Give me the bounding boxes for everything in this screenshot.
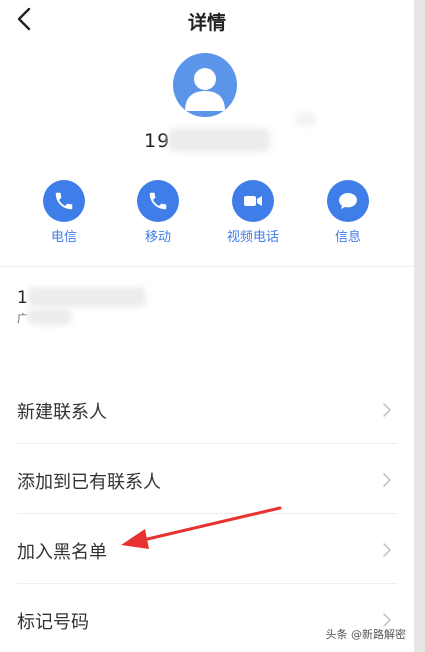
phone-icon: [149, 192, 167, 210]
phone-icon: [55, 192, 73, 210]
avatar: [173, 53, 237, 117]
number-info-number: 1: [17, 288, 28, 308]
section-divider: [0, 266, 414, 267]
message-label: 信息: [334, 230, 361, 245]
menu-item-label: 加入黑名单: [17, 542, 107, 563]
message-bubble-icon: [339, 193, 357, 209]
call-mobile-button[interactable]: 移动: [118, 180, 198, 245]
menu-item-label: 标记号码: [17, 612, 89, 633]
annotation-arrow-icon: [121, 506, 282, 549]
video-call-label: 视频电话: [226, 230, 279, 245]
scrollbar[interactable]: [414, 0, 425, 652]
redacted-number-mask: [28, 287, 146, 307]
menu-item-add-to-existing[interactable]: 添加到已有联系人: [0, 444, 414, 514]
message-button[interactable]: 信息: [308, 180, 388, 245]
contact-detail-screen: 详情 19 电信 移动 视频电话 信息 1 广 新建联系人 添加到已有联系人 加…: [0, 0, 414, 652]
call-telecom-button[interactable]: 电信: [24, 180, 104, 245]
call-mobile-label: 移动: [144, 230, 171, 245]
video-camera-icon: [244, 196, 262, 206]
person-icon: [185, 68, 225, 111]
header: 详情: [0, 0, 414, 40]
menu-item-new-contact[interactable]: 新建联系人: [0, 374, 414, 444]
menu-item-label: 新建联系人: [17, 402, 107, 423]
redacted-location-mask: [28, 309, 72, 325]
video-call-button[interactable]: 视频电话: [213, 180, 293, 245]
chevron-right-icon: [383, 403, 391, 417]
redacted-mask: [296, 112, 316, 126]
number-info-location: 广: [17, 312, 28, 325]
watermark: 头条 @新路解密: [325, 626, 406, 642]
chevron-right-icon: [383, 543, 391, 557]
call-telecom-label: 电信: [50, 230, 77, 245]
contact-phone-number: 19: [144, 130, 171, 152]
chevron-right-icon: [383, 473, 391, 487]
number-info: 1 广: [17, 288, 28, 326]
redacted-number-mask: [168, 128, 270, 152]
page-title: 详情: [187, 12, 226, 34]
menu-item-label: 添加到已有联系人: [17, 472, 161, 493]
